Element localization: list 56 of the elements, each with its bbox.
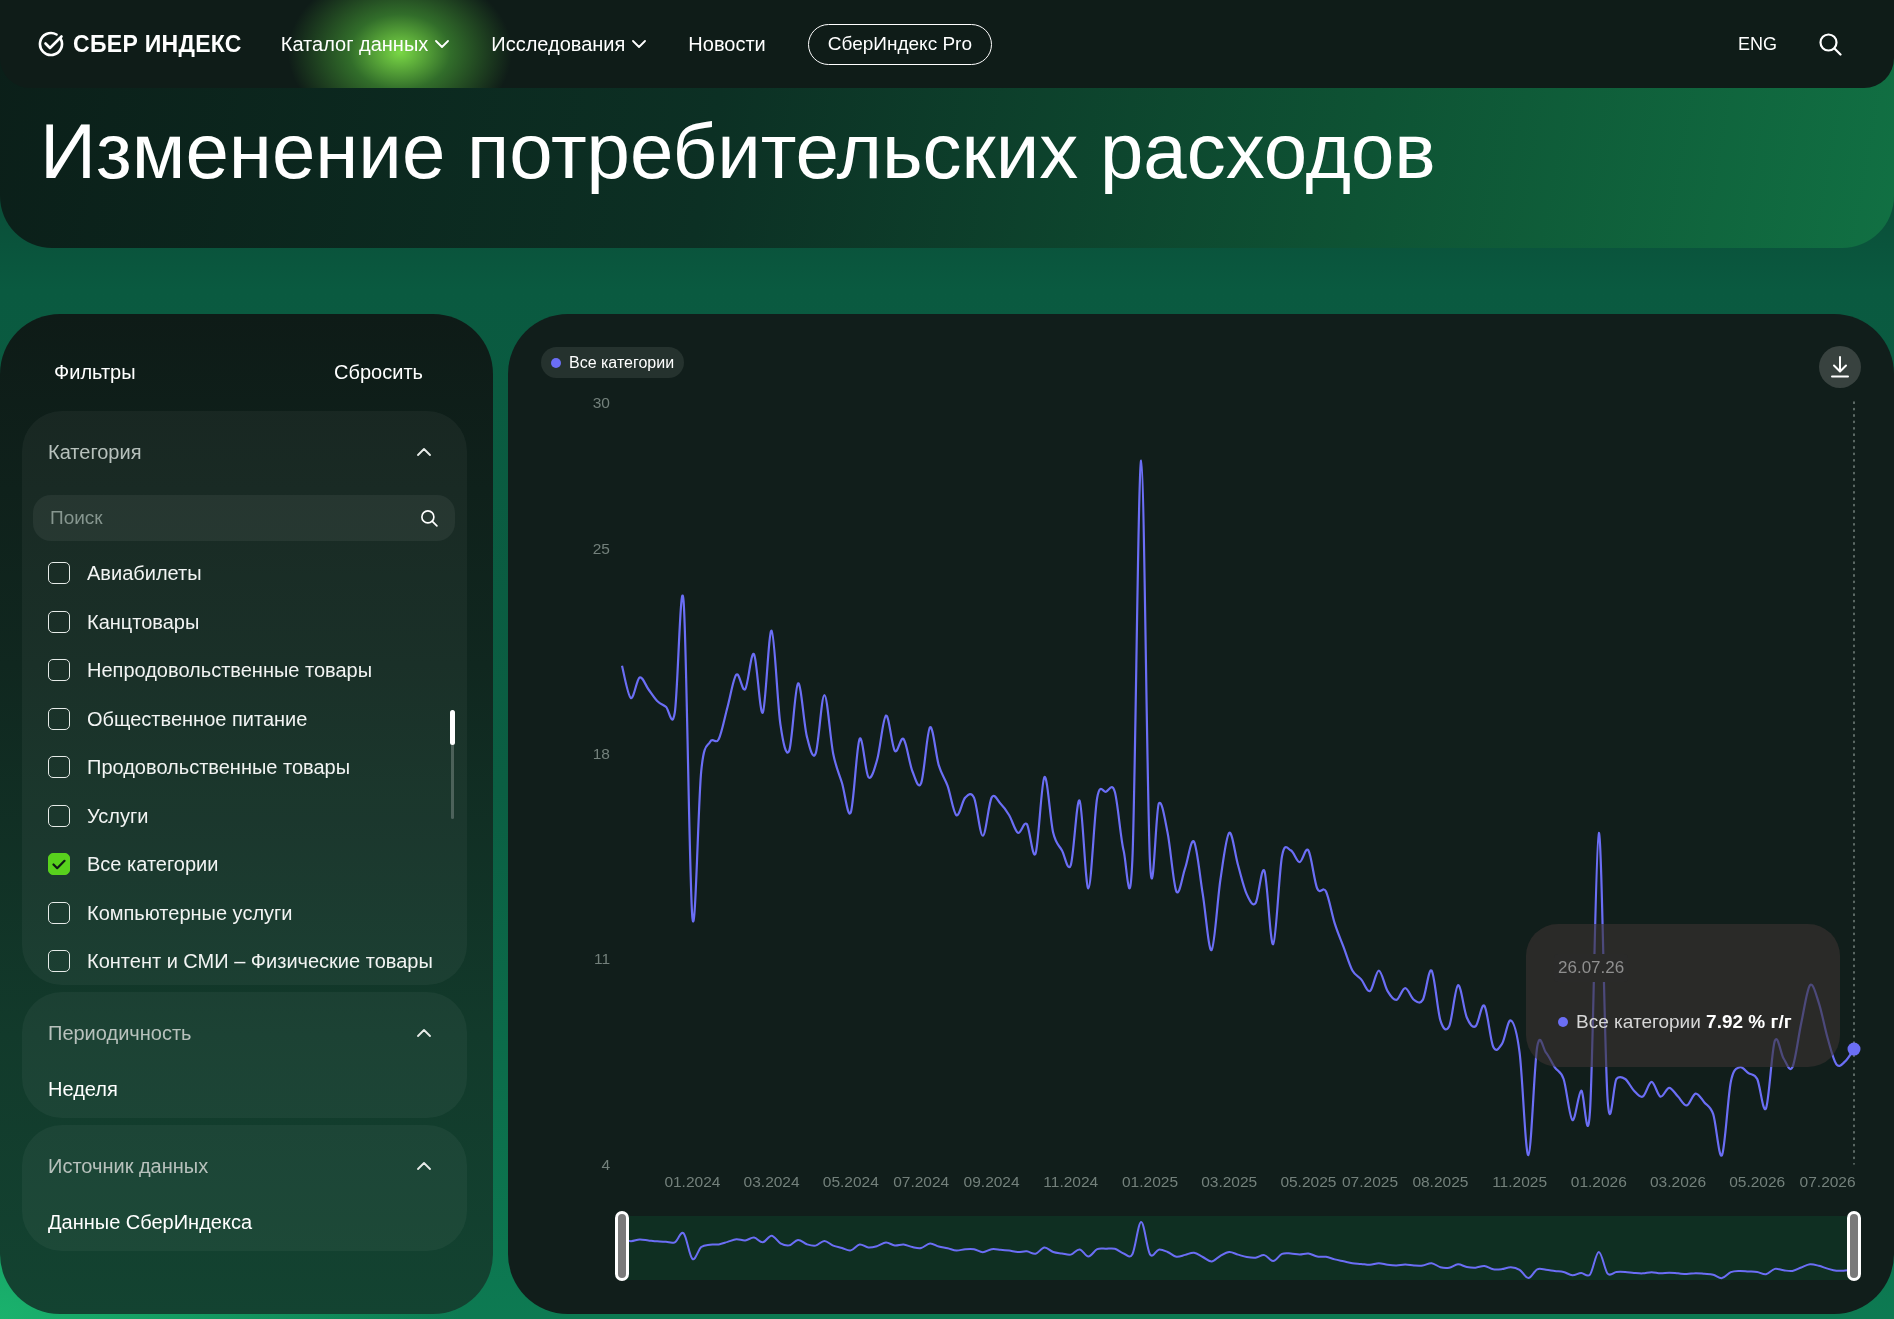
filter-value: Неделя [48,1076,118,1102]
language-button[interactable]: ENG [1738,33,1777,55]
search-icon [1818,32,1842,56]
x-axis-label: 03.2026 [1650,1172,1706,1190]
x-axis-label: 01.2024 [664,1172,721,1190]
x-axis-label: 07.2025 [1342,1172,1398,1190]
search-button[interactable] [1818,32,1842,56]
checkbox-label[interactable]: Авиабилеты [87,561,202,586]
checkbox-label[interactable]: Общественное питание [87,706,308,731]
logo-text[interactable]: СБЕР ИНДЕКС [73,30,242,58]
scrollbar-thumb[interactable] [450,710,455,745]
x-axis-label: 05.2024 [822,1172,879,1190]
range-handle[interactable] [615,1211,629,1281]
download-button[interactable] [1819,346,1861,388]
x-axis-label: 09.2024 [963,1172,1020,1190]
x-axis-label: 07.2026 [1799,1172,1856,1190]
scrollbar-track[interactable] [451,710,454,819]
nav-link[interactable]: Новости [688,32,766,56]
x-axis-label: 05.2025 [1280,1172,1337,1190]
x-axis-label: 11.2025 [1492,1172,1548,1190]
checkbox-label[interactable]: Компьютерные услуги [87,900,293,925]
y-axis-label: 18 [592,745,610,763]
range-handle[interactable] [1847,1211,1861,1281]
reset-button[interactable]: Сбросить [334,360,423,384]
checkbox-label[interactable]: Контент и СМИ – Физические товары [87,949,433,974]
checkbox-label[interactable]: Непродовольственные товары [87,658,373,683]
filter-value: Данные СберИндекса [48,1209,253,1235]
tooltip-value: Все категории 7.92 % г/г [1576,1011,1792,1033]
checkbox-label[interactable]: Продовольственные товары [87,755,351,780]
x-axis-label: 11.2024 [1043,1172,1099,1190]
search-icon [420,509,438,527]
x-axis-label: 03.2025 [1201,1172,1258,1190]
y-axis-label: 11 [593,950,610,968]
checkbox[interactable] [48,853,70,876]
x-axis-label: 08.2025 [1412,1172,1469,1190]
legend-item[interactable]: Все категории [541,347,685,378]
nav-link[interactable]: Каталог данных [280,32,450,56]
y-axis-label: 25 [592,540,610,558]
filters-title: Фильтры [54,360,136,384]
x-axis-label: 07.2024 [893,1172,950,1190]
checkbox-label[interactable]: Услуги [87,803,149,828]
x-axis-label: 01.2025 [1122,1172,1178,1190]
y-axis-label: 30 [592,393,610,411]
checkbox-label[interactable]: Канцтовары [87,609,200,634]
section-toggle[interactable]: Источник данных [22,1125,467,1207]
section-toggle[interactable]: Периодичность [22,992,467,1074]
nav-link[interactable]: Исследования [491,32,647,56]
x-axis-label: 03.2024 [743,1172,800,1190]
check-icon [52,858,66,870]
section-toggle[interactable]: Категория [22,411,467,493]
y-axis-label: 4 [601,1155,610,1173]
logo-check-icon [38,31,64,57]
checkbox-label[interactable]: Все категории [87,852,219,877]
x-axis-label: 01.2026 [1570,1172,1627,1190]
x-axis-label: 05.2026 [1729,1172,1786,1190]
download-icon [1830,356,1850,378]
